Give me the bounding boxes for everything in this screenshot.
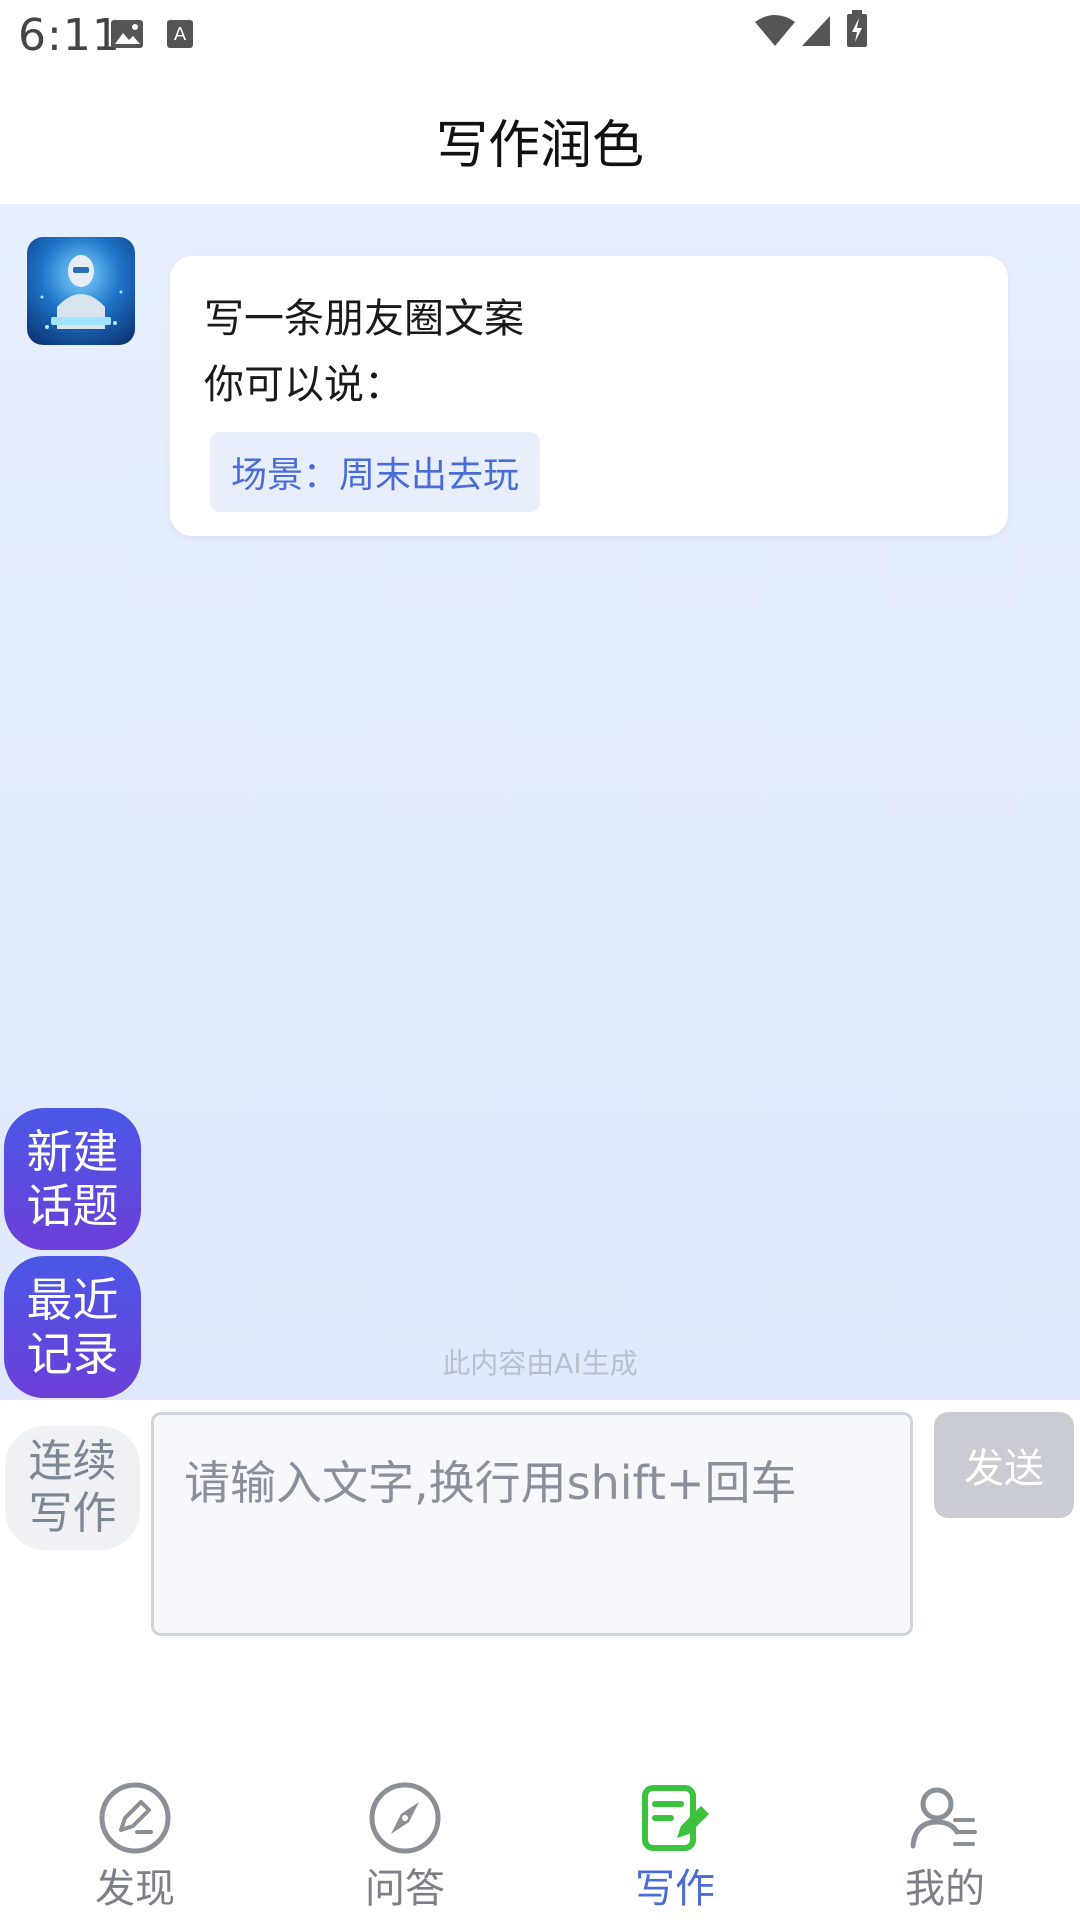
new-topic-button[interactable]: 新建话题 [4, 1108, 141, 1250]
status-time: 6:11 [18, 10, 121, 61]
suggestion-chip[interactable]: 场景：周末出去玩 [210, 432, 540, 512]
bottom-nav: 发现 问答 写作 我的 [0, 1770, 1080, 1920]
message-line-2: 你可以说： [204, 362, 404, 408]
new-topic-label: 新建话题 [26, 1125, 119, 1233]
user-icon [910, 1787, 977, 1849]
message-input[interactable] [151, 1412, 913, 1636]
a-keyboard-icon: A [166, 18, 196, 52]
svg-text:A: A [174, 24, 187, 45]
message-line-1: 写一条朋友圈文案 [204, 296, 524, 342]
status-bar: 6:11 A [0, 0, 1080, 76]
nav-discover[interactable]: 发现 [0, 1770, 270, 1920]
wifi-icon [754, 14, 796, 48]
image-icon [110, 18, 146, 52]
title-bar: 写作润色 [0, 76, 1080, 204]
continue-writing-button[interactable]: 连续写作 [5, 1426, 140, 1550]
nav-label: 发现 [95, 1866, 175, 1912]
input-area: 连续写作 发送 [0, 1400, 1080, 1700]
page-title: 写作润色 [435, 115, 644, 176]
nav-writing[interactable]: 写作 [540, 1770, 810, 1920]
ai-generated-notice: 此内容由AI生成 [442, 1347, 638, 1380]
battery-charging-icon [846, 10, 868, 48]
nav-label: 问答 [365, 1866, 445, 1912]
nav-label: 写作 [635, 1866, 715, 1912]
notepad-write-icon [642, 1785, 709, 1851]
nav-qa[interactable]: 问答 [270, 1770, 540, 1920]
signal-icon [800, 14, 832, 48]
continue-writing-label: 连续写作 [28, 1436, 117, 1539]
edit-circle-icon [99, 1782, 171, 1854]
robot-avatar [27, 237, 135, 345]
send-button[interactable]: 发送 [934, 1412, 1074, 1518]
bot-message-bubble: 写一条朋友圈文案 你可以说： 场景：周末出去玩 [170, 256, 1008, 536]
nav-label: 我的 [905, 1866, 985, 1912]
app-screen: 6:11 A 写作润色 写一条朋友圈文案 你可以说： 场景：周末出去玩 新建话题… [0, 0, 1080, 1920]
chat-area[interactable]: 写一条朋友圈文案 你可以说： 场景：周末出去玩 新建话题 最近记录 此内容由AI… [0, 204, 1080, 1400]
compass-icon [369, 1782, 441, 1854]
nav-mine[interactable]: 我的 [810, 1770, 1080, 1920]
